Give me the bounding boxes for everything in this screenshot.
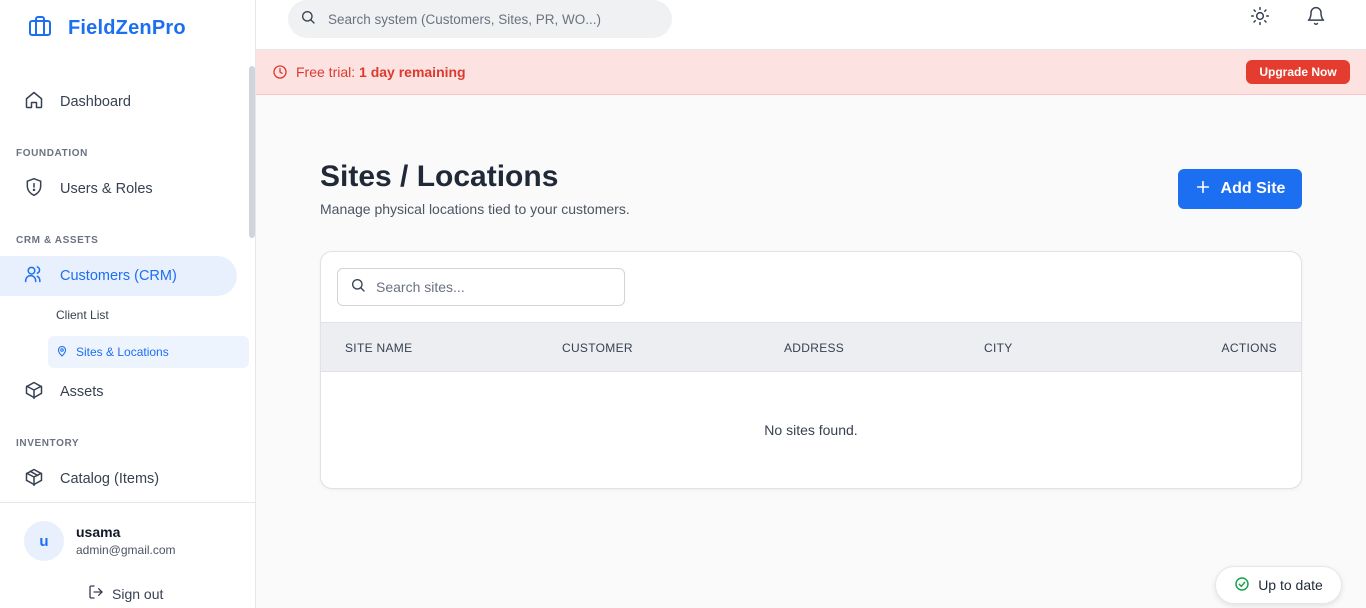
add-site-label: Add Site	[1220, 180, 1286, 197]
users-icon	[24, 264, 44, 288]
notifications-button[interactable]	[1305, 6, 1327, 31]
sidebar-item-label: Users & Roles	[60, 181, 153, 197]
user-email: admin@gmail.com	[76, 543, 176, 557]
sidebar-item-label: Sites & Locations	[76, 345, 169, 359]
global-search[interactable]	[288, 0, 672, 38]
theme-toggle-button[interactable]	[1249, 6, 1271, 31]
sidebar-item-assets[interactable]: Assets	[0, 372, 237, 412]
clock-icon	[272, 64, 288, 85]
sidebar-item-label: Assets	[60, 384, 104, 400]
column-site-name[interactable]: SITE NAME	[345, 341, 412, 355]
search-icon	[300, 9, 316, 30]
column-address[interactable]: ADDRESS	[784, 341, 844, 355]
home-icon	[24, 90, 44, 114]
sidebar: FieldZenPro Dashboard FOUNDATION Users &…	[0, 0, 256, 608]
sites-search-input[interactable]	[376, 279, 616, 295]
sidebar-item-label: Dashboard	[60, 94, 131, 110]
topbar	[256, 0, 1366, 50]
box-icon	[24, 380, 44, 404]
column-actions: ACTIONS	[1221, 341, 1277, 355]
empty-state: No sites found.	[764, 422, 858, 438]
sites-search[interactable]	[337, 268, 625, 306]
package-icon	[24, 467, 44, 491]
sidebar-item-label: Catalog (Items)	[60, 471, 160, 487]
check-circle-icon	[1234, 576, 1250, 595]
trial-remaining: 1 day remaining	[359, 64, 466, 80]
user-name: usama	[76, 524, 121, 540]
upgrade-now-button[interactable]: Upgrade Now	[1246, 60, 1350, 84]
section-foundation: FOUNDATION	[16, 148, 88, 159]
shield-icon	[24, 177, 44, 201]
briefcase-icon	[28, 14, 52, 43]
sidebar-item-catalog[interactable]: Catalog (Items)	[0, 459, 237, 499]
sidebar-item-client-list[interactable]: Client List	[48, 299, 249, 331]
plus-icon	[1195, 179, 1211, 200]
section-crm-assets: CRM & ASSETS	[16, 235, 99, 246]
sidebar-item-users-roles[interactable]: Users & Roles	[0, 169, 237, 209]
sign-out-button[interactable]: Sign out	[88, 584, 163, 603]
page-title: Sites / Locations	[320, 160, 559, 193]
log-out-icon	[88, 584, 104, 603]
table-header: SITE NAME CUSTOMER ADDRESS CITY ACTIONS	[321, 322, 1301, 372]
bell-icon	[1306, 6, 1326, 31]
sidebar-scrollbar[interactable]	[249, 66, 255, 238]
page-subtitle: Manage physical locations tied to your c…	[320, 201, 630, 217]
sidebar-item-customers[interactable]: Customers (CRM)	[0, 256, 237, 296]
sidebar-item-sites-locations[interactable]: Sites & Locations	[48, 336, 249, 368]
map-pin-icon	[56, 345, 68, 360]
update-status-label: Up to date	[1258, 577, 1323, 593]
search-icon	[350, 277, 366, 298]
sun-icon	[1250, 6, 1270, 31]
add-site-button[interactable]: Add Site	[1178, 169, 1302, 209]
update-status-badge[interactable]: Up to date	[1215, 566, 1342, 604]
sidebar-item-dashboard[interactable]: Dashboard	[0, 82, 237, 122]
sites-table-card: SITE NAME CUSTOMER ADDRESS CITY ACTIONS …	[320, 251, 1302, 489]
trial-banner: Free trial: 1 day remaining Upgrade Now	[256, 50, 1366, 95]
sidebar-item-label: Client List	[56, 308, 109, 322]
sidebar-footer: u usama admin@gmail.com Sign out	[0, 502, 255, 608]
brand[interactable]: FieldZenPro	[28, 14, 186, 43]
sidebar-item-label: Customers (CRM)	[60, 268, 177, 284]
column-customer[interactable]: CUSTOMER	[562, 341, 633, 355]
avatar[interactable]: u	[24, 521, 64, 561]
brand-name: FieldZenPro	[68, 17, 186, 39]
section-inventory: INVENTORY	[16, 438, 80, 449]
sign-out-label: Sign out	[112, 585, 164, 602]
column-city[interactable]: CITY	[984, 341, 1013, 355]
global-search-input[interactable]	[328, 11, 648, 27]
trial-prefix: Free trial:	[296, 64, 360, 80]
trial-text: Free trial: 1 day remaining	[296, 64, 466, 80]
